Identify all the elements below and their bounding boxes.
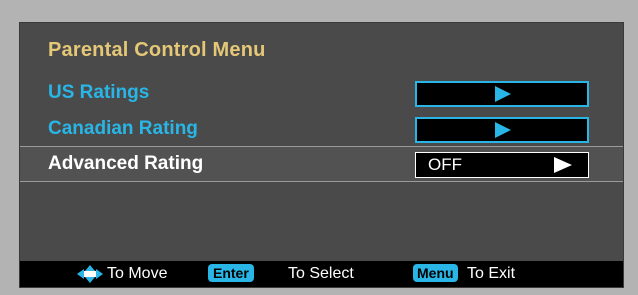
arrow-right-icon [554,157,572,173]
menu-item-label: Canadian Rating [48,118,198,139]
menu-key-badge: Menu [413,264,458,282]
menu-title: Parental Control Menu [48,39,266,61]
menu-item-us-ratings[interactable]: US Ratings [20,77,623,111]
four-way-arrow-icon [77,265,103,283]
help-move-text: To Move [107,265,168,282]
value-selector[interactable]: OFF [415,152,589,178]
selected-value: OFF [428,155,462,174]
submenu-selector[interactable] [415,117,589,143]
submenu-selector[interactable] [415,81,589,107]
help-bar: To Move Enter To Select Menu To Exit [20,261,623,287]
arrow-right-icon [495,122,511,138]
menu-item-canadian-rating[interactable]: Canadian Rating [20,113,623,147]
parental-control-menu: Parental Control Menu US Ratings Canadia… [19,22,624,288]
help-exit-text: To Exit [467,265,516,282]
help-select-text: To Select [288,265,354,282]
menu-item-label: US Ratings [48,82,150,103]
arrow-right-icon [495,86,511,102]
menu-item-label: Advanced Rating [48,153,204,174]
menu-item-advanced-rating[interactable]: Advanced Rating OFF [20,146,623,182]
enter-key-badge: Enter [208,264,254,282]
